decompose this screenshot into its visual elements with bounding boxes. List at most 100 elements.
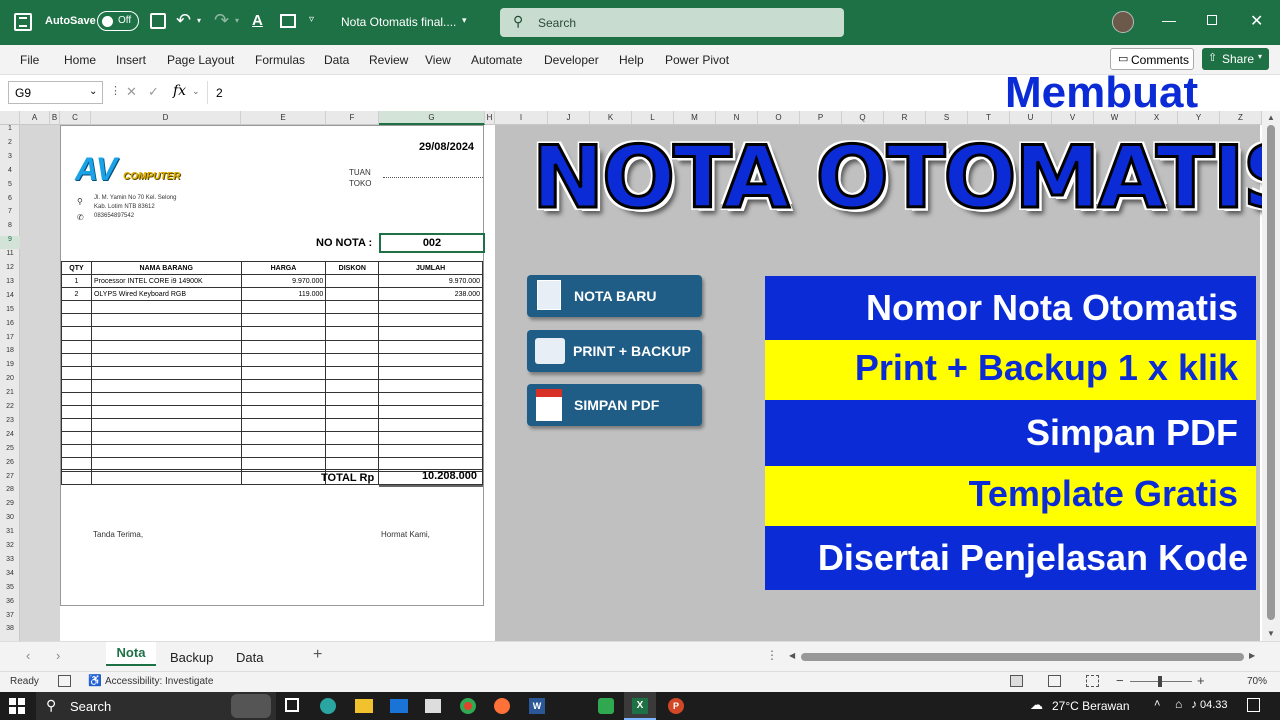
empty-cell[interactable] [378, 326, 483, 341]
tab-insert[interactable]: Insert [116, 53, 146, 67]
notification-icon[interactable] [1247, 698, 1260, 712]
empty-cell[interactable] [90, 431, 242, 446]
table-row[interactable] [61, 431, 483, 446]
row-header[interactable]: 14 [0, 292, 20, 305]
price-cell[interactable]: 9.970.000 [240, 274, 327, 289]
column-header[interactable]: G [379, 111, 485, 125]
discount-cell[interactable] [325, 274, 380, 289]
invoice-date[interactable]: 29/08/2024 [419, 141, 474, 153]
row-header[interactable]: 5 [0, 181, 20, 194]
undo-dropdown-icon[interactable]: ▾ [197, 16, 201, 25]
empty-cell[interactable] [61, 418, 92, 433]
cancel-icon[interactable]: ✕ [126, 84, 137, 100]
camtasia-icon[interactable] [598, 698, 614, 714]
row-header[interactable]: 23 [0, 417, 20, 430]
tab-automate[interactable]: Automate [471, 53, 522, 67]
share-button[interactable]: ⇧ Share ▾ [1202, 48, 1269, 70]
empty-cell[interactable] [61, 378, 92, 393]
file-explorer-icon[interactable] [355, 699, 373, 713]
zoom-out-icon[interactable]: − [1116, 673, 1124, 688]
column-header[interactable]: N [716, 111, 758, 125]
powerpoint-icon[interactable]: P [668, 698, 684, 714]
empty-cell[interactable] [61, 470, 92, 485]
empty-cell[interactable] [325, 431, 380, 446]
empty-cell[interactable] [61, 391, 92, 407]
price-cell[interactable]: 119.000 [240, 287, 327, 302]
empty-cell[interactable] [240, 444, 327, 459]
empty-cell[interactable] [90, 470, 242, 485]
row-header[interactable]: 12 [0, 264, 20, 277]
row-header[interactable]: 3 [0, 153, 20, 166]
clapper-icon[interactable] [425, 699, 441, 713]
search-box[interactable]: ⚲ Search [500, 8, 844, 37]
row-header[interactable]: 27 [0, 473, 20, 486]
table-row[interactable] [61, 339, 483, 354]
column-header[interactable]: C [60, 111, 91, 125]
empty-cell[interactable] [325, 444, 380, 459]
save-icon[interactable] [150, 13, 166, 29]
column-header[interactable]: T [968, 111, 1010, 125]
column-header[interactable]: E [241, 111, 326, 125]
redo-dropdown-icon[interactable]: ▾ [235, 16, 239, 25]
word-icon[interactable]: W [529, 698, 545, 714]
row-header[interactable]: 13 [0, 278, 20, 291]
empty-cell[interactable] [90, 313, 242, 328]
item-name-cell[interactable]: OLYPS Wired Keyboard RGB [90, 287, 242, 302]
taskbar-search[interactable]: ⚲ Search [36, 692, 276, 720]
row-header[interactable]: 18 [0, 347, 20, 360]
table-row[interactable]: 2 OLYPS Wired Keyboard RGB 119.000 238.0… [61, 287, 483, 302]
table-row[interactable]: 1 Processor INTEL CORE i9 14900K 9.970.0… [61, 274, 483, 289]
zoom-level[interactable]: 70% [1247, 676, 1267, 687]
column-header[interactable]: F [326, 111, 379, 125]
name-box[interactable]: G9 ⌄ [8, 81, 103, 104]
undo-icon[interactable]: ↶ [176, 10, 191, 31]
column-header[interactable]: R [884, 111, 926, 125]
table-row[interactable] [61, 405, 483, 420]
column-header[interactable]: L [632, 111, 674, 125]
empty-cell[interactable] [240, 339, 327, 354]
row-header[interactable]: 1 [0, 125, 20, 138]
row-header[interactable]: 4 [0, 167, 20, 180]
empty-cell[interactable] [90, 300, 242, 315]
column-header[interactable]: B [50, 111, 60, 125]
tab-formulas[interactable]: Formulas [255, 53, 305, 67]
font-color-icon[interactable]: A [252, 12, 263, 29]
tab-page-layout[interactable]: Page Layout [167, 53, 234, 67]
macro-record-icon[interactable] [58, 675, 71, 687]
column-header[interactable]: H [485, 111, 495, 125]
excel-app-icon[interactable] [14, 13, 32, 31]
firefox-icon[interactable] [494, 698, 510, 714]
fx-dropdown-icon[interactable]: ⌄ [192, 86, 200, 97]
customize-toolbar-icon[interactable]: ▿ [309, 14, 314, 25]
tab-home[interactable]: Home [64, 53, 96, 67]
empty-cell[interactable] [378, 431, 483, 446]
empty-cell[interactable] [378, 444, 483, 459]
empty-cell[interactable] [90, 326, 242, 341]
empty-cell[interactable] [61, 365, 92, 380]
clock-time[interactable]: 04.33 [1200, 699, 1228, 711]
empty-cell[interactable] [378, 405, 483, 420]
tab-view[interactable]: View [425, 53, 451, 67]
row-header[interactable]: 22 [0, 403, 20, 416]
customer-field[interactable] [383, 177, 483, 178]
empty-cell[interactable] [90, 352, 242, 367]
task-view-icon[interactable] [285, 698, 299, 712]
form-icon[interactable] [280, 14, 296, 28]
empty-cell[interactable] [378, 378, 483, 393]
table-row[interactable] [61, 313, 483, 328]
page-break-view-icon[interactable] [1086, 675, 1099, 687]
volume-icon[interactable]: ♪ [1191, 697, 1197, 711]
scroll-down-icon[interactable]: ▼ [1267, 629, 1275, 638]
empty-cell[interactable] [325, 339, 380, 354]
column-header[interactable]: D [91, 111, 241, 125]
tab-power-pivot[interactable]: Power Pivot [665, 53, 729, 67]
normal-view-icon[interactable] [1010, 675, 1023, 687]
table-row[interactable] [61, 444, 483, 459]
print-backup-button[interactable]: PRINT + BACKUP [527, 330, 702, 372]
row-header[interactable]: 31 [0, 528, 20, 541]
empty-cell[interactable] [325, 405, 380, 420]
row-header[interactable]: 35 [0, 584, 20, 597]
hscroll-left-icon[interactable]: ◀ [789, 651, 795, 660]
minimize-icon[interactable]: — [1162, 12, 1176, 28]
excel-taskbar-icon[interactable]: X [624, 692, 656, 720]
